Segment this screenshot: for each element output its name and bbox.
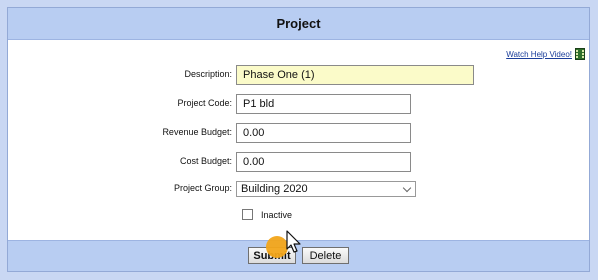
project-group-select[interactable]: Building 2020 (236, 181, 416, 197)
help-video[interactable]: Watch Help Video! (506, 48, 585, 60)
project-group-value: Building 2020 (241, 183, 308, 195)
description-row: Description: (8, 65, 589, 85)
delete-button[interactable]: Delete (302, 247, 349, 264)
project-group-label: Project Group: (173, 183, 232, 193)
revenue-budget-label: Revenue Budget: (162, 127, 232, 137)
description-label: Description: (184, 69, 232, 79)
inactive-checkbox[interactable] (242, 209, 253, 220)
cost-budget-input[interactable] (236, 152, 411, 172)
project-code-label: Project Code: (177, 98, 232, 108)
click-cursor-icon (266, 230, 301, 258)
cost-budget-label: Cost Budget: (179, 156, 232, 166)
cost-budget-row: Cost Budget: (8, 152, 589, 172)
revenue-budget-input[interactable] (236, 123, 411, 143)
description-input[interactable] (236, 65, 474, 85)
project-code-input[interactable] (236, 94, 411, 114)
inactive-label: Inactive (261, 209, 293, 220)
project-group-row: Project Group: Building 2020 (8, 181, 589, 201)
revenue-budget-row: Revenue Budget: (8, 123, 589, 143)
project-code-row: Project Code: (8, 94, 589, 114)
chevron-down-icon (402, 183, 412, 193)
page-title: Project (276, 16, 321, 31)
dialog-header: Project (8, 8, 589, 40)
film-icon[interactable] (575, 48, 585, 60)
help-video-link[interactable]: Watch Help Video! (506, 50, 572, 59)
inactive-row: Inactive (242, 209, 292, 220)
